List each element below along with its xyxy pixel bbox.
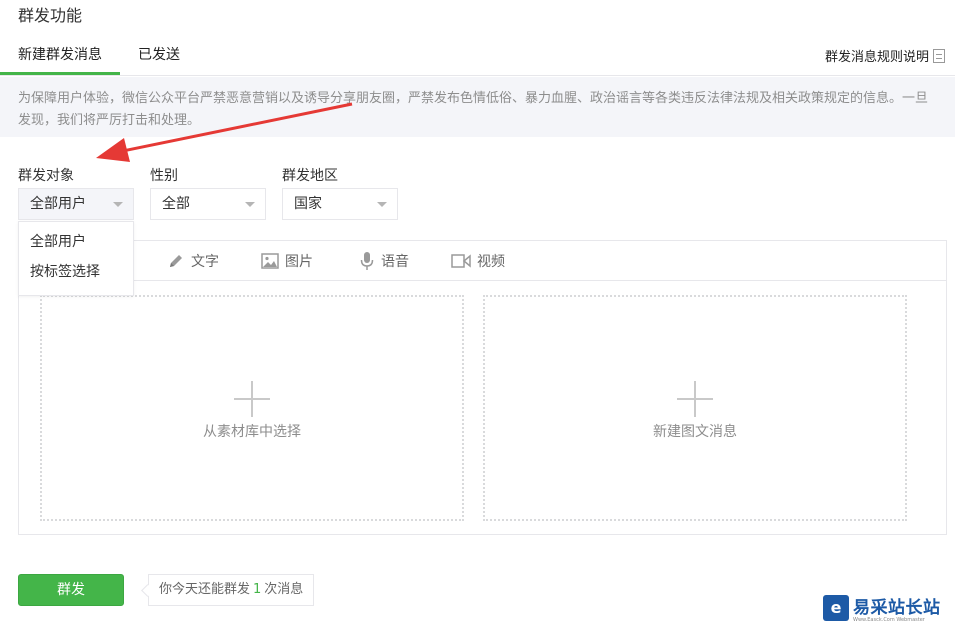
tool-text[interactable]: 文字 (167, 251, 219, 271)
target-label: 群发对象 (18, 168, 74, 184)
quota-tip: 你今天还能群发 1 次消息 (148, 574, 315, 606)
image-icon (261, 253, 279, 269)
target-option-by-tag[interactable]: 按标签选择 (19, 257, 133, 287)
rules-link[interactable]: 群发消息规则说明 (825, 46, 945, 65)
tool-image[interactable]: 图片 (261, 251, 313, 271)
tab-sent[interactable]: 已发送 (138, 44, 180, 64)
watermark-text: 易采站长站 (853, 598, 941, 618)
document-icon (933, 48, 945, 63)
region-label: 群发地区 (282, 168, 338, 184)
target-select-value: 全部用户 (30, 196, 86, 212)
target-option-all-users[interactable]: 全部用户 (19, 227, 133, 257)
tool-video-label: 视频 (477, 254, 505, 270)
video-icon (451, 254, 471, 268)
tab-bar: 新建群发消息 已发送 群发消息规则说明 (0, 38, 955, 76)
tab-new-mass-message[interactable]: 新建群发消息 (18, 44, 102, 64)
plus-icon (234, 381, 270, 417)
select-from-library-label: 从素材库中选择 (203, 424, 301, 440)
watermark-subtext: Www.Easck.Com Webmaster (853, 617, 925, 623)
plus-icon (677, 381, 713, 417)
new-article-message-label: 新建图文消息 (653, 424, 737, 440)
region-select[interactable]: 国家 (282, 188, 398, 220)
microphone-icon (360, 252, 374, 270)
pencil-icon (170, 255, 182, 267)
watermark-logo-icon: e (823, 595, 849, 621)
quota-text-after: 次消息 (264, 582, 304, 597)
rules-link-label: 群发消息规则说明 (824, 50, 929, 65)
chevron-down-icon (377, 202, 387, 207)
tool-image-label: 图片 (285, 254, 313, 270)
gender-label: 性别 (150, 168, 178, 184)
gender-select-value: 全部 (162, 196, 190, 212)
target-dropdown-menu: 全部用户 按标签选择 (18, 221, 134, 296)
tool-text-label: 文字 (191, 254, 219, 270)
target-select[interactable]: 全部用户 (18, 188, 134, 220)
active-tab-indicator (0, 72, 120, 75)
chevron-down-icon (113, 202, 123, 207)
annotation-arrow-icon (96, 102, 353, 162)
tool-voice-label: 语音 (381, 254, 409, 270)
new-article-message[interactable]: 新建图文消息 (483, 295, 907, 521)
message-editor: 文字 图片 语音 视频 从素材库中选择 新建图文消息 (18, 240, 947, 535)
quota-text-before: 你今天还能群发 (159, 582, 251, 597)
region-select-value: 国家 (294, 196, 322, 212)
tool-video[interactable]: 视频 (451, 251, 505, 271)
quota-count: 1 (253, 582, 262, 597)
gender-select[interactable]: 全部 (150, 188, 266, 220)
chevron-down-icon (245, 202, 255, 207)
tool-voice[interactable]: 语音 (359, 251, 409, 271)
select-from-library[interactable]: 从素材库中选择 (40, 295, 464, 521)
page-title: 群发功能 (18, 6, 83, 25)
editor-toolbar: 文字 图片 语音 视频 (19, 241, 946, 281)
send-button[interactable]: 群发 (18, 574, 124, 606)
site-watermark: e 易采站长站 Www.Easck.Com Webmaster (819, 592, 955, 624)
